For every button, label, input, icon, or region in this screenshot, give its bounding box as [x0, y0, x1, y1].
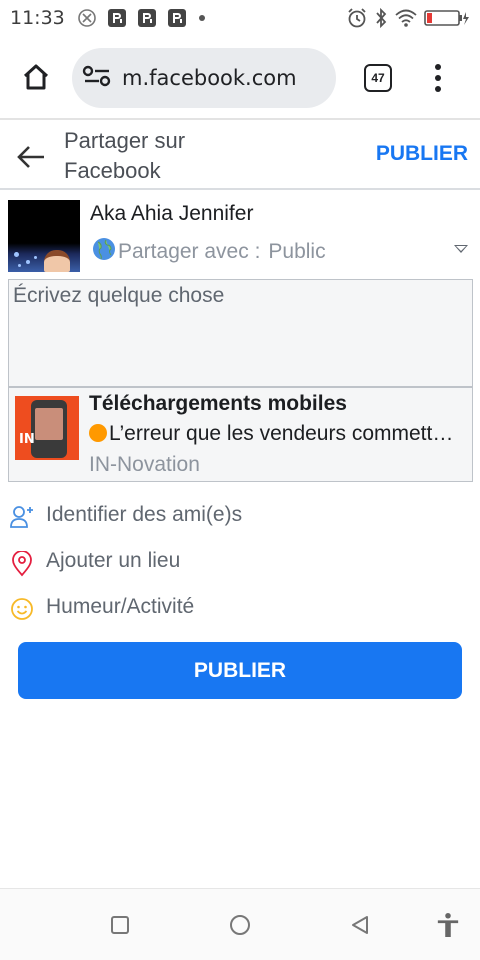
feeling-activity-action[interactable]: Humeur/Activité	[0, 588, 480, 628]
p-app-icon	[137, 8, 157, 28]
user-name: Aka Ahia Jennifer	[90, 202, 254, 225]
back-triangle-icon	[352, 916, 368, 934]
url-bar[interactable]: m.facebook.com	[72, 48, 336, 108]
privacy-selector[interactable]: Partager avec : Public	[92, 237, 326, 267]
home-circle-icon	[230, 915, 250, 935]
link-domain: IN-Novation	[89, 453, 200, 476]
link-thumbnail: IN	[15, 396, 79, 460]
home-button[interactable]	[14, 55, 58, 99]
bluetooth-icon	[374, 7, 388, 29]
publish-button[interactable]: PUBLIER	[18, 642, 462, 699]
system-back-button[interactable]	[348, 913, 372, 937]
add-location-action[interactable]: Ajouter un lieu	[0, 542, 480, 582]
recents-square-icon	[111, 916, 129, 934]
accessibility-button[interactable]	[436, 913, 460, 937]
share-header: Partager sur Facebook PUBLIER	[0, 122, 480, 190]
p-app-icon	[107, 8, 127, 28]
browser-toolbar: m.facebook.com 47	[0, 36, 480, 120]
status-bar: 11:33	[0, 0, 480, 36]
arrow-back-icon	[17, 146, 44, 168]
back-button[interactable]	[14, 140, 48, 174]
orange-circle-icon	[89, 424, 107, 442]
feeling-activity-label: Humeur/Activité	[46, 595, 195, 618]
smiley-icon	[10, 597, 34, 621]
avatar	[8, 200, 80, 272]
browser-menu-button[interactable]	[426, 60, 450, 96]
post-text-input[interactable]: Écrivez quelque chose	[8, 279, 473, 387]
link-title: Téléchargements mobiles	[89, 392, 347, 415]
system-navigation-bar	[0, 888, 480, 960]
tab-switcher-button[interactable]: 47	[364, 64, 392, 92]
globe-icon	[92, 237, 116, 267]
blocked-notification-icon	[77, 8, 97, 28]
status-time: 11:33	[10, 7, 65, 29]
chevron-down-icon[interactable]	[454, 245, 468, 253]
battery-icon	[424, 8, 470, 28]
privacy-label: Partager avec :	[118, 240, 261, 263]
header-publish-button[interactable]: PUBLIER	[376, 142, 468, 166]
system-home-button[interactable]	[228, 913, 252, 937]
location-pin-icon	[10, 550, 34, 577]
privacy-value[interactable]: Public	[268, 240, 325, 264]
accessibility-icon	[437, 913, 459, 937]
more-vert-icon	[435, 64, 441, 70]
thumbnail-logo: IN	[19, 432, 35, 447]
url-text[interactable]: m.facebook.com	[122, 66, 297, 90]
recents-button[interactable]	[108, 913, 132, 937]
site-settings-icon[interactable]	[82, 64, 112, 93]
home-icon	[23, 64, 49, 90]
link-description: L’erreur que les vendeurs commettent	[109, 422, 459, 445]
add-location-label: Ajouter un lieu	[46, 549, 181, 572]
tag-friends-action[interactable]: Identifier des ami(e)s	[0, 496, 480, 536]
dot-icon	[197, 13, 207, 23]
link-preview-card[interactable]: IN Téléchargements mobiles L’erreur que …	[8, 387, 473, 482]
wifi-icon	[394, 8, 418, 28]
alarm-icon	[346, 7, 368, 29]
p-app-icon	[167, 8, 187, 28]
tag-friends-label: Identifier des ami(e)s	[46, 503, 243, 526]
tag-friends-icon	[10, 505, 34, 529]
page-title: Partager sur Facebook	[64, 128, 186, 183]
